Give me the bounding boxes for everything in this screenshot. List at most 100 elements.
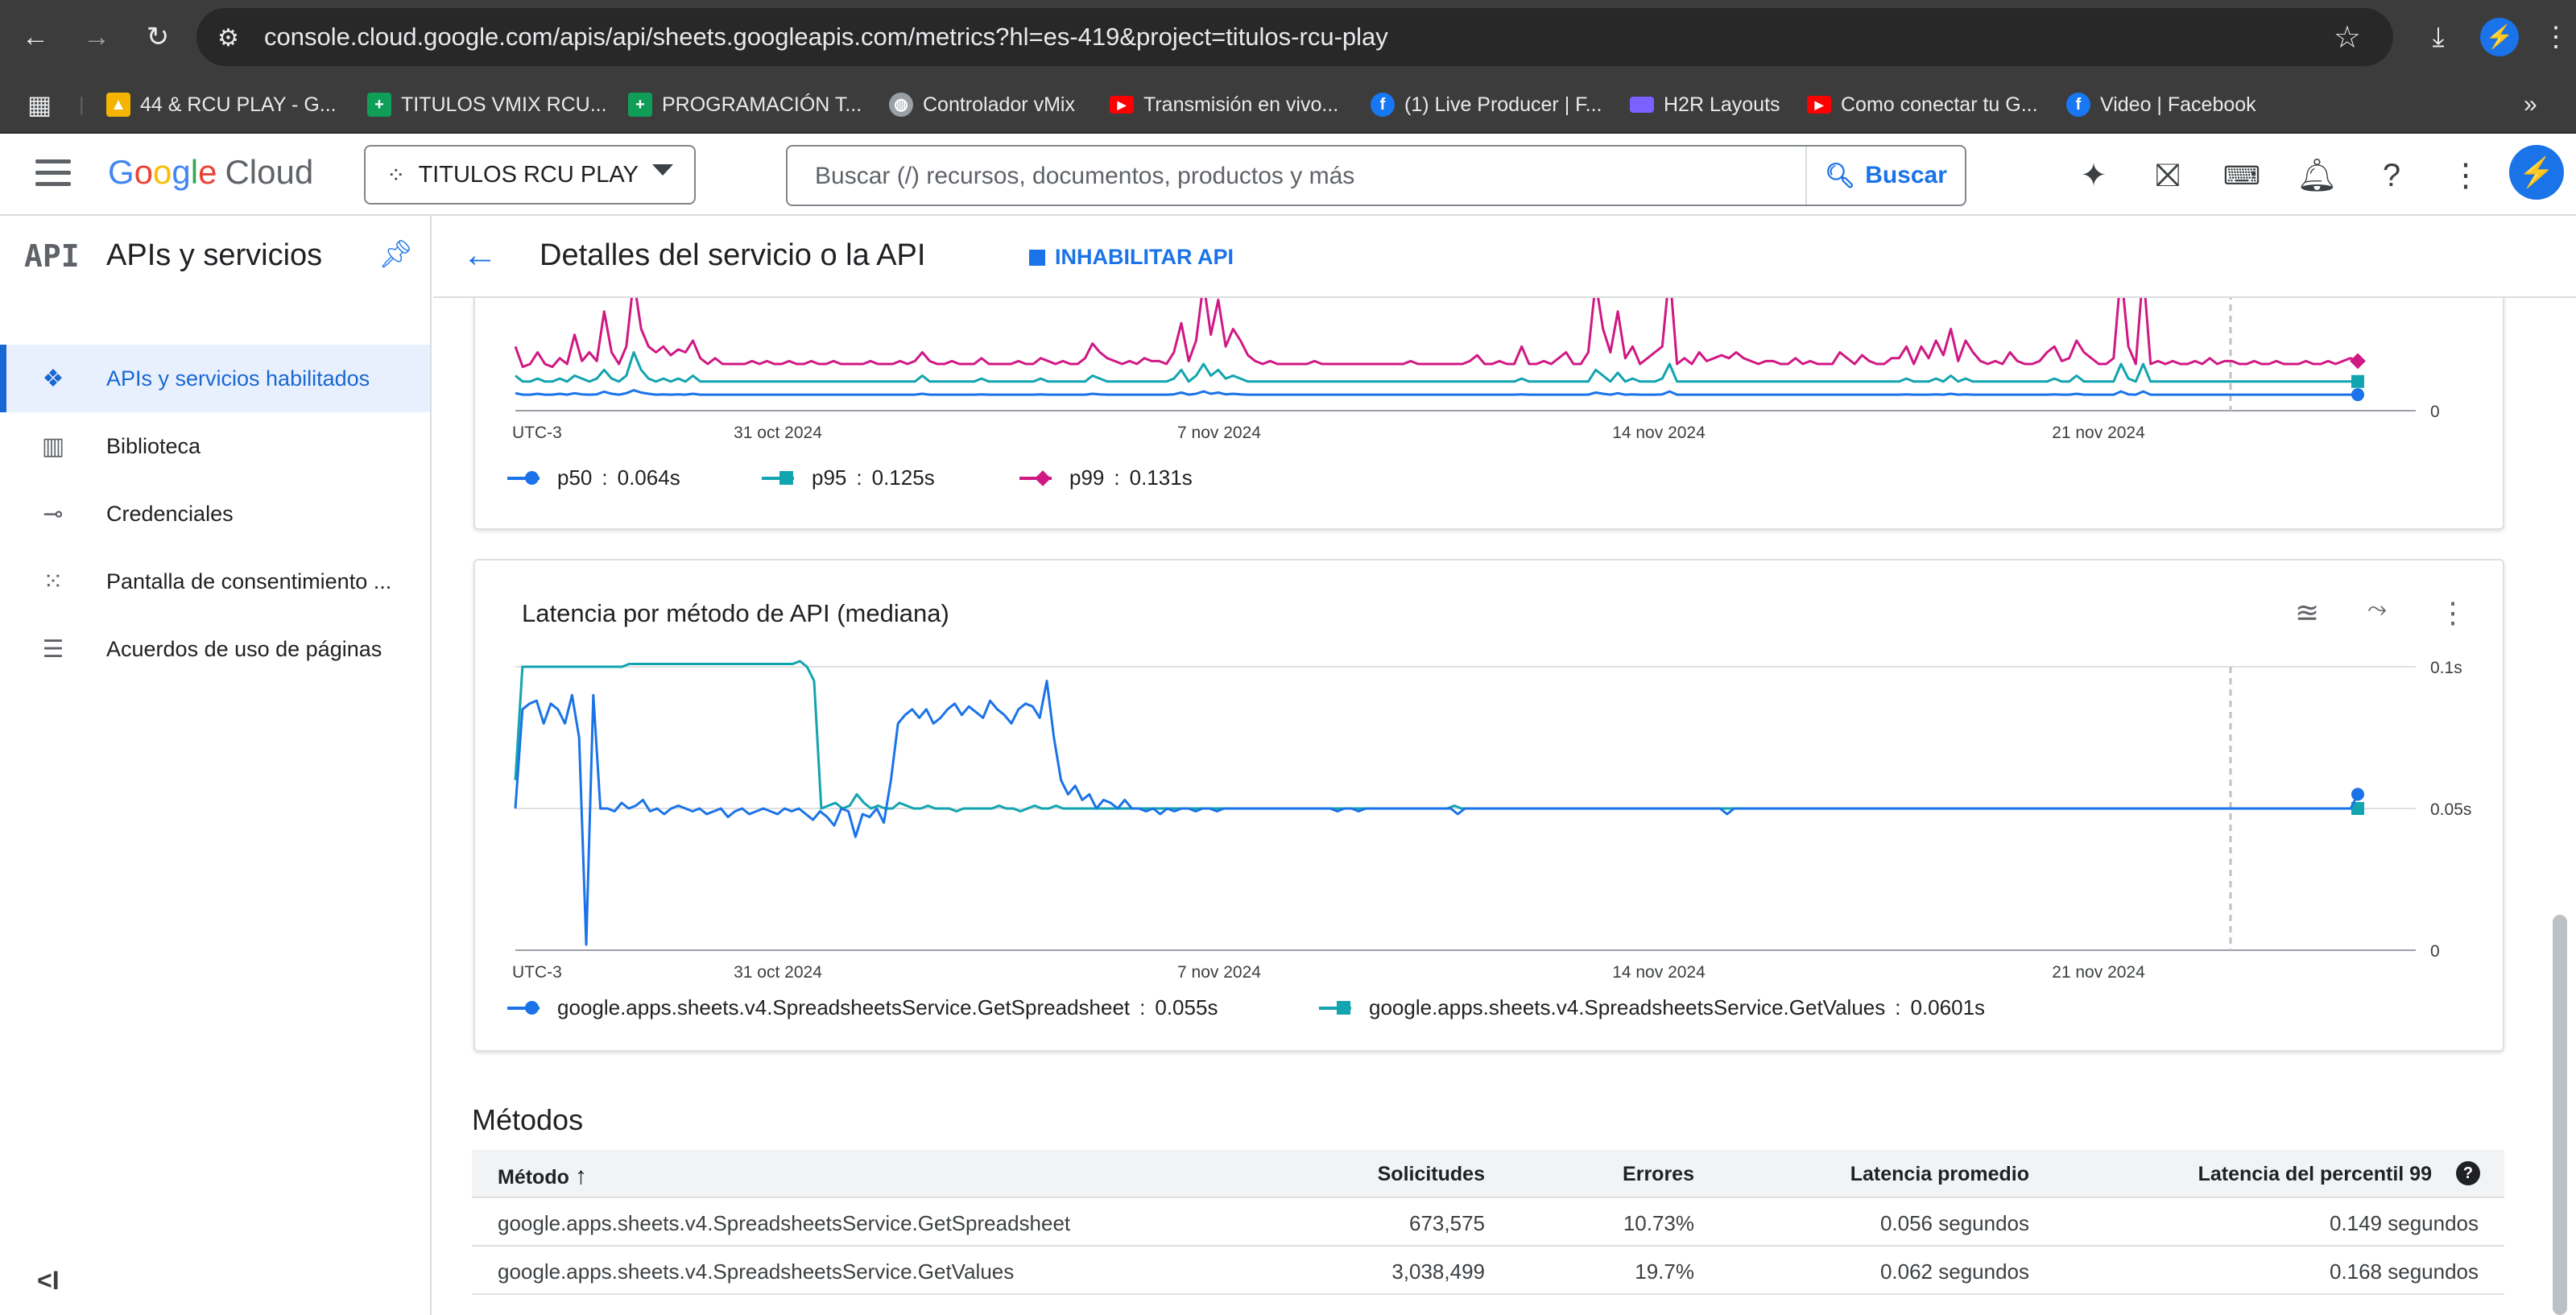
collapse-sidebar-icon[interactable]: <I <box>37 1266 60 1296</box>
more-bookmarks-icon[interactable]: » <box>2524 89 2537 121</box>
address-bar[interactable]: ⚙ console.cloud.google.com/apis/api/shee… <box>196 8 2393 66</box>
table-row[interactable]: google.apps.sheets.v4.SpreadsheetsServic… <box>472 1247 2504 1295</box>
series-line <box>514 680 2359 946</box>
x-tick-label: UTC-3 <box>512 424 562 442</box>
bookmark-star-icon[interactable]: ☆ <box>2334 19 2361 56</box>
project-picker[interactable]: ⁘ TITULOS RCU PLAY <box>364 145 696 205</box>
pin-icon[interactable]: 📌︎ <box>378 238 413 271</box>
main-content: 0 UTC-3 31 oct 2024 7 nov 2024 14 nov 2024 21… <box>433 298 2576 1315</box>
legend-series-name: p99 <box>1069 465 1105 490</box>
more-options-icon[interactable]: ⋮ <box>2446 156 2485 195</box>
search-placeholder: Buscar (/) recursos, documentos, product… <box>815 163 1355 189</box>
cell-requests: 673,575 <box>1409 1211 1485 1235</box>
sidebar-item-apis-habilitados[interactable]: ❖ APIs y servicios habilitados <box>0 345 430 412</box>
cell-errors: 19.7% <box>1635 1259 1694 1284</box>
site-info-icon[interactable]: ⚙ <box>217 24 239 52</box>
column-header-avg-latency[interactable]: Latencia promedio <box>1850 1163 2029 1186</box>
browser-menu-icon[interactable]: ⋮ <box>2537 18 2575 56</box>
cloud-shell-icon[interactable]: ⌨ <box>2222 156 2261 195</box>
x-tick-label: 31 oct 2024 <box>734 963 822 982</box>
gift-icon[interactable]: ⛝ <box>2148 156 2187 195</box>
sidebar-item-acuerdos[interactable]: ☰ Acuerdos de uso de páginas <box>0 615 430 683</box>
url-text[interactable]: console.cloud.google.com/apis/api/sheets… <box>264 23 1388 52</box>
sort-arrow-up-icon[interactable]: ↑ <box>575 1163 587 1189</box>
sidebar-item-consentimiento[interactable]: ⁙ Pantalla de consentimiento ... <box>0 548 430 615</box>
back-arrow-icon[interactable]: ← <box>462 235 498 275</box>
bookmark-item[interactable]: + PROGRAMACIÓN T... <box>628 89 862 121</box>
bookmark-label: Como conectar tu G... <box>1841 93 2038 116</box>
legend-item-p50[interactable]: p50:0.064s <box>507 465 680 490</box>
drive-icon: ▲ <box>106 93 130 117</box>
y-tick-label: 0.05s <box>2430 800 2471 819</box>
gemini-spark-icon[interactable]: ✦ <box>2074 156 2113 195</box>
forward-icon[interactable]: → <box>77 18 116 56</box>
bookmark-label: Transmisión en vivo... <box>1143 93 1339 116</box>
google-cloud-logo[interactable]: Google Cloud <box>108 153 313 192</box>
sidebar-item-credenciales[interactable]: ⊸ Credenciales <box>0 480 430 548</box>
legend-item-getvalues[interactable]: google.apps.sheets.v4.SpreadsheetsServic… <box>1319 995 1985 1020</box>
legend-item-getspreadsheet[interactable]: google.apps.sheets.v4.SpreadsheetsServic… <box>507 995 1218 1020</box>
sidebar-title: APIs y servicios <box>106 238 323 272</box>
browser-toolbar: ← → ↻ ⚙ console.cloud.google.com/apis/ap… <box>0 0 2576 76</box>
series-line <box>514 660 2358 813</box>
facebook-icon: f <box>2066 93 2090 117</box>
cell-method: google.apps.sheets.v4.SpreadsheetsServic… <box>498 1211 1071 1235</box>
browser-profile-avatar[interactable]: ⚡ <box>2480 18 2519 56</box>
help-icon[interactable]: ? <box>2372 156 2411 195</box>
notifications-bell-icon[interactable]: 🔔︎ <box>2297 156 2338 195</box>
bookmark-item[interactable]: ▶ Transmisión en vivo... <box>1110 89 1338 121</box>
account-avatar[interactable]: ⚡ <box>2509 145 2564 200</box>
disable-api-label: INHABILITAR API <box>1055 245 1234 269</box>
cell-p99-latency: 0.168 segundos <box>2329 1259 2479 1284</box>
series-end-marker <box>2351 788 2364 801</box>
latency-by-method-chart[interactable]: 0.1s 0.05s 0 UTC-3 31 oct 2024 7 nov 2024 14 n… <box>475 560 2506 1053</box>
stop-icon <box>1029 249 1045 266</box>
column-label: Método <box>498 1166 569 1189</box>
x-tick-label: 31 oct 2024 <box>734 424 822 442</box>
legend-item-p99[interactable]: p99:0.131s <box>1019 465 1193 490</box>
back-icon[interactable]: ← <box>16 18 55 56</box>
bookmark-item[interactable]: + TITULOS VMIX RCU... <box>367 89 607 121</box>
chevron-down-icon <box>652 164 673 176</box>
main-menu-icon[interactable] <box>35 159 71 188</box>
search-input[interactable]: Buscar (/) recursos, documentos, product… <box>786 145 1966 206</box>
bookmarks-divider: | <box>79 93 85 116</box>
bookmark-label: H2R Layouts <box>1664 93 1780 116</box>
project-hierarchy-icon: ⁘ <box>387 162 406 188</box>
series-end-marker <box>2350 353 2366 370</box>
circle-marker-icon <box>525 1000 539 1015</box>
reload-icon[interactable]: ↻ <box>139 18 177 56</box>
column-header-method[interactable]: Método ↑ <box>498 1163 587 1190</box>
sidebar: API APIs y servicios 📌︎ ❖ APIs y servici… <box>0 216 432 1315</box>
page-scrollbar[interactable] <box>2553 915 2567 1315</box>
download-icon[interactable]: ⤓ <box>2419 18 2458 56</box>
column-header-requests[interactable]: Solicitudes <box>1378 1163 1485 1186</box>
help-circle-icon[interactable]: ? <box>2456 1161 2480 1185</box>
legend-item-p95[interactable]: p95:0.125s <box>762 465 935 490</box>
table-row[interactable]: google.apps.sheets.v4.SpreadsheetsServic… <box>472 1198 2504 1247</box>
bookmark-item[interactable]: f Video | Facebook <box>2066 89 2256 121</box>
settings-list-icon: ☰ <box>42 635 64 663</box>
legend-series-name: google.apps.sheets.v4.SpreadsheetsServic… <box>1369 995 1886 1019</box>
search-button[interactable]: 🔍︎ Buscar <box>1805 147 1965 205</box>
apps-grid-icon[interactable]: ▦ <box>27 89 52 121</box>
bookmark-label: PROGRAMACIÓN T... <box>662 93 862 116</box>
sidebar-item-biblioteca[interactable]: ▥ Biblioteca <box>0 412 430 480</box>
latency-percentiles-chart[interactable]: 0 UTC-3 31 oct 2024 7 nov 2024 14 nov 2024 21… <box>475 298 2506 530</box>
column-header-p99-latency[interactable]: Latencia del percentil 99 <box>2198 1163 2432 1186</box>
project-name: TITULOS RCU PLAY <box>418 161 639 188</box>
disable-api-button[interactable]: INHABILITAR API <box>1029 245 1234 270</box>
square-marker-icon <box>779 470 793 485</box>
logo-cloud-word: Cloud <box>225 153 314 191</box>
legend-series-name: p50 <box>557 465 593 490</box>
bookmark-item[interactable]: ▶ Como conectar tu G... <box>1807 89 2038 121</box>
bookmark-item[interactable]: ◍ Controlador vMix <box>889 89 1075 121</box>
y-tick-label: 0 <box>2430 942 2440 961</box>
bookmark-item[interactable]: f (1) Live Producer | F... <box>1371 89 1602 121</box>
logo-letter: o <box>134 153 154 191</box>
bookmark-item[interactable]: ▲ 44 & RCU PLAY - G... <box>106 89 337 121</box>
x-tick-label: 21 nov 2024 <box>2052 963 2145 982</box>
bookmark-item[interactable]: H2R Layouts <box>1630 89 1780 121</box>
column-header-errors[interactable]: Errores <box>1623 1163 1694 1186</box>
search-icon: 🔍︎ <box>1825 162 1856 189</box>
